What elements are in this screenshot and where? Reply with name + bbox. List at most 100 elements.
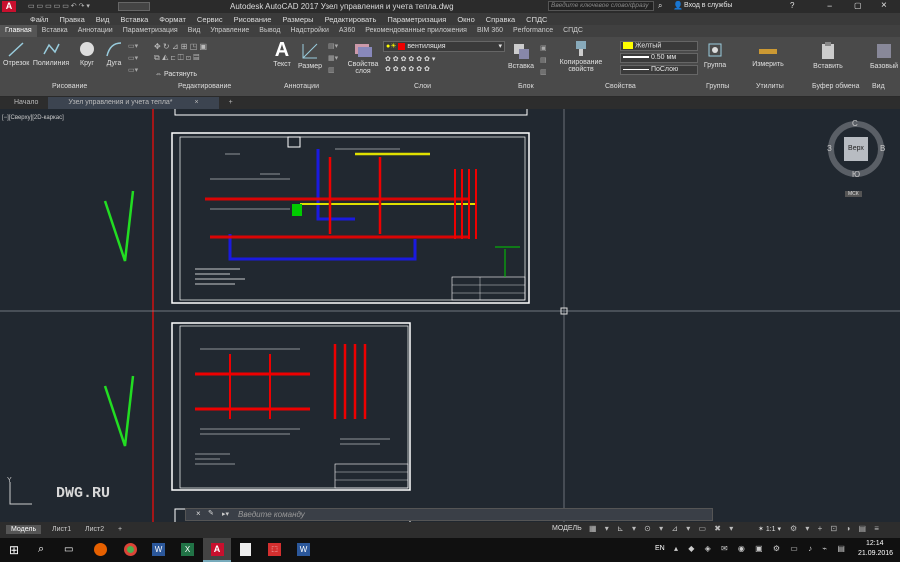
word-icon[interactable]: W — [152, 543, 165, 556]
command-input[interactable]: Введите команду — [238, 510, 305, 519]
menu-item-window[interactable]: Окно — [457, 15, 474, 24]
viewcube-top-face[interactable]: Верх — [844, 137, 868, 161]
layer-properties-button[interactable]: Свойства слоя — [345, 41, 381, 75]
text-button[interactable]: A Текст — [270, 39, 294, 68]
clock-time[interactable]: 12:14 — [866, 540, 884, 547]
tab-manage[interactable]: Управление — [205, 25, 254, 37]
arc-button[interactable]: Дуга — [102, 40, 126, 67]
annotation-scale[interactable]: ✶ 1:1 ▾ — [758, 525, 781, 533]
tab-spds[interactable]: СПДС — [558, 25, 588, 37]
layer-dropdown[interactable]: ●☀ вентиляция ▾ — [383, 41, 505, 52]
search-icon[interactable]: ⌕ — [38, 543, 44, 556]
lineweight-dropdown[interactable]: 0.50 мм — [620, 53, 698, 63]
groups-group-label[interactable]: Группы — [706, 83, 729, 90]
menu-item-modify[interactable]: Редактировать — [325, 15, 377, 24]
word-icon-2[interactable]: W — [297, 543, 310, 556]
command-line[interactable]: × ✎ ▸▾ Введите команду — [185, 508, 713, 521]
excel-icon[interactable]: X — [181, 543, 194, 556]
minimize-button[interactable]: − — [827, 1, 832, 11]
block-group-label[interactable]: Блок — [518, 83, 534, 90]
dimension-button[interactable]: Размер — [296, 41, 324, 70]
clipboard-group-label[interactable]: Буфер обмена — [812, 83, 860, 90]
paste-button[interactable]: Вставить — [808, 41, 848, 70]
menu-item-help[interactable]: Справка — [486, 15, 515, 24]
menu-item-spds[interactable]: СПДС — [526, 15, 547, 24]
tab-drawing[interactable]: Узел управления и учета тепла* × — [48, 97, 219, 109]
close-button[interactable]: × — [881, 0, 887, 11]
tab-parametric[interactable]: Параметризация — [118, 25, 183, 37]
viewcube[interactable]: Верх — [828, 121, 884, 177]
block-small-tools[interactable]: ▣ ▤ ▥ — [540, 43, 547, 79]
view-group-label[interactable]: Вид — [872, 83, 885, 90]
pdf-icon[interactable]: ⬚ — [268, 543, 281, 556]
login-link[interactable]: Вход в службы — [684, 2, 732, 9]
tab-a360[interactable]: A360 — [334, 25, 360, 37]
linetype-dropdown[interactable]: ПоСлою — [620, 65, 698, 75]
start-button[interactable]: ⊞ — [9, 543, 19, 557]
tab-start[interactable]: Начало — [4, 97, 48, 109]
menu-item-parametric[interactable]: Параметризация — [387, 15, 446, 24]
measure-button[interactable]: Измерить — [748, 43, 788, 68]
layers-group-label[interactable]: Слои — [414, 83, 431, 90]
tab-home[interactable]: Главная — [0, 25, 37, 37]
close-icon[interactable]: × — [184, 99, 208, 106]
quick-access-toolbar[interactable]: ▭ ▭ ▭ ▭ ▭ ↶ ↷ ▾ — [28, 2, 90, 10]
tab-addins[interactable]: Надстройки — [285, 25, 333, 37]
status-right-icons[interactable]: ⚙ ▾ + ⊡ ◑ ▤ ≡ — [790, 524, 882, 533]
menu-item-insert[interactable]: Вставка — [120, 15, 148, 24]
group-button[interactable]: Группа — [702, 40, 728, 69]
user-icon[interactable]: 👤 — [673, 1, 683, 10]
edit-group-label[interactable]: Редактирование — [178, 83, 231, 90]
insert-block-button[interactable]: Вставка — [505, 41, 537, 70]
add-layout-button[interactable]: + — [113, 525, 127, 534]
menu-item-format[interactable]: Формат — [159, 15, 186, 24]
task-view-icon[interactable]: ▭ — [64, 544, 73, 555]
language-indicator[interactable]: EN — [655, 545, 665, 552]
stretch-button[interactable]: ⇔ Растянуть — [155, 71, 197, 78]
model-space-button[interactable]: МОДЕЛЬ — [552, 525, 582, 532]
status-toolbar-icons[interactable]: ▦ ▾ ⊾ ▾ ⊙ ▾ ⊿ ▾ ▭ ✖ ▾ — [589, 524, 736, 533]
viewcube-north[interactable]: С — [852, 119, 858, 128]
layout-tab-model[interactable]: Модель — [6, 525, 42, 534]
tab-bim360[interactable]: BIM 360 — [472, 25, 508, 37]
menu-item-view[interactable]: Вид — [96, 15, 110, 24]
tab-view[interactable]: Вид — [183, 25, 206, 37]
help-icon[interactable]: ? — [790, 1, 794, 10]
layout-tab-sheet2[interactable]: Лист2 — [80, 525, 109, 534]
tab-performance[interactable]: Performance — [508, 25, 558, 37]
workspace-select[interactable] — [118, 2, 150, 11]
search-input[interactable]: Введите ключевое слово/фразу — [548, 1, 654, 11]
tray-icons[interactable]: ▴ ◆ ◈ ✉ ◉ ▣ ⚙ ▭ ♪ ⌁ ▤ — [674, 544, 849, 553]
menu-item-dimension[interactable]: Размеры — [282, 15, 313, 24]
close-icon[interactable]: × — [196, 509, 201, 518]
base-view-button[interactable]: Базовый — [868, 41, 900, 70]
circle-button[interactable]: Круг — [74, 40, 100, 67]
restore-button[interactable]: ▢ — [854, 1, 862, 10]
wcs-button[interactable]: МСК — [845, 191, 862, 197]
chrome-icon[interactable] — [124, 543, 137, 556]
tab-output[interactable]: Вывод — [254, 25, 285, 37]
new-tab-button[interactable]: + — [219, 97, 243, 109]
viewcube-east[interactable]: В — [880, 144, 885, 153]
autocad-taskbar-icon[interactable]: A — [203, 538, 231, 562]
drawing-viewport[interactable]: [−][Сверху][2D-каркас] Y Верх С Ю З В МС… — [0, 109, 900, 522]
copy-properties-button[interactable]: Копирование свойств — [556, 39, 606, 73]
draw-small-tools[interactable]: ▭▾ ▭▾ ▭▾ — [128, 41, 148, 79]
draw-group-label[interactable]: Рисование — [52, 83, 87, 90]
app-logo-icon[interactable]: A — [2, 1, 16, 12]
menu-item-edit[interactable]: Правка — [59, 15, 84, 24]
modify-tools[interactable]: ✥ ↻ ⊿ ⊞ ◳ ▣ ⧉ ◭ ⊏ ◫ ⊡ ▤ — [154, 41, 264, 71]
tab-featured-apps[interactable]: Рекомендованные приложения — [360, 25, 472, 37]
annotations-group-label[interactable]: Аннотации — [284, 83, 319, 90]
menu-item-tools[interactable]: Сервис — [197, 15, 223, 24]
search-icon[interactable]: ⌕ — [658, 1, 662, 11]
properties-group-label[interactable]: Свойства — [605, 83, 636, 90]
color-dropdown[interactable]: Желтый — [620, 41, 698, 51]
menu-item-draw[interactable]: Рисование — [234, 15, 272, 24]
layer-tools[interactable]: ✿ ✿ ✿ ✿ ✿ ✿ ▾ ✿ ✿ ✿ ✿ ✿ ✿ — [385, 55, 435, 75]
layout-tab-sheet1[interactable]: Лист1 — [47, 525, 76, 534]
line-button[interactable]: Отрезок — [3, 40, 29, 67]
tab-insert[interactable]: Вставка — [37, 25, 73, 37]
file-icon[interactable] — [240, 543, 251, 556]
annotation-small-tools[interactable]: ▤▾ ▦▾ ▥ — [328, 41, 338, 77]
